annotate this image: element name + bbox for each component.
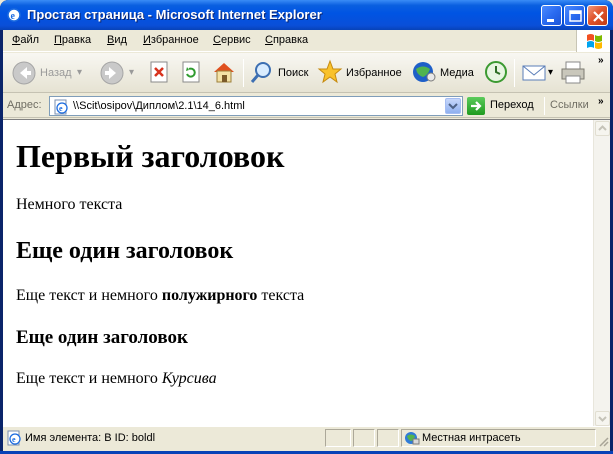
menu-help[interactable]: Справка bbox=[265, 34, 308, 46]
status-pane bbox=[353, 429, 375, 447]
toolbar-separator bbox=[243, 59, 244, 87]
close-icon bbox=[593, 11, 604, 22]
page-heading-3: Еще один заголовок bbox=[16, 327, 188, 348]
intranet-zone-icon bbox=[405, 432, 420, 445]
menu-tools[interactable]: Сервис bbox=[213, 34, 251, 46]
back-button[interactable]: Назад ▾ bbox=[11, 59, 83, 87]
chevron-down-icon bbox=[448, 103, 458, 110]
home-icon bbox=[214, 63, 234, 83]
window-title: Простая страница - Microsoft Internet Ex… bbox=[27, 7, 322, 22]
menu-favorites[interactable]: Избранное bbox=[143, 34, 199, 46]
chevron-up-icon bbox=[598, 125, 607, 131]
status-bar: e Имя элемента: B ID: boldl Местная интр… bbox=[3, 426, 610, 448]
page-viewport[interactable]: Первый заголовок Немного текста Еще один… bbox=[3, 119, 610, 426]
stop-button[interactable] bbox=[148, 59, 172, 87]
status-pane bbox=[325, 429, 351, 447]
menu-bar: Файл Правка Вид Избранное Сервис Справка bbox=[3, 30, 610, 52]
links-button[interactable]: Ссылки bbox=[550, 99, 589, 111]
menu-edit[interactable]: Правка bbox=[54, 34, 91, 46]
favorites-button[interactable]: Избранное bbox=[317, 59, 403, 87]
paragraph-3: Еще текст и немного Курсива bbox=[16, 370, 217, 387]
media-button[interactable]: Медиа bbox=[411, 59, 475, 87]
history-icon bbox=[485, 61, 507, 83]
zone-text: Местная интрасеть bbox=[422, 432, 521, 444]
windows-logo bbox=[576, 30, 610, 52]
svg-text:e: e bbox=[11, 11, 16, 22]
bold-text: полужирного bbox=[161, 287, 258, 304]
home-button[interactable] bbox=[211, 59, 237, 87]
favorites-label: Избранное bbox=[346, 67, 402, 79]
printer-icon bbox=[561, 61, 585, 84]
address-label: Адрес: bbox=[7, 99, 42, 111]
go-label: Переход bbox=[490, 99, 534, 111]
paragraph-1: Немного текста bbox=[16, 196, 123, 213]
scroll-up-button[interactable] bbox=[595, 121, 610, 136]
ie-window: e Простая страница - Microsoft Internet … bbox=[0, 0, 613, 454]
scroll-down-button[interactable] bbox=[595, 411, 610, 426]
svg-text:e: e bbox=[59, 104, 63, 113]
back-arrow-icon bbox=[12, 61, 36, 85]
go-arrow-icon bbox=[467, 97, 485, 115]
vertical-scrollbar[interactable] bbox=[593, 120, 610, 426]
media-icon bbox=[413, 62, 436, 82]
status-pane bbox=[377, 429, 399, 447]
menu-view[interactable]: Вид bbox=[107, 34, 127, 46]
resize-grip-icon[interactable] bbox=[597, 435, 609, 447]
search-icon bbox=[250, 62, 271, 83]
links-overflow-icon[interactable]: » bbox=[598, 96, 604, 107]
mail-dropdown-icon[interactable]: ▾ bbox=[548, 67, 553, 78]
toolbar-overflow-icon[interactable]: » bbox=[598, 55, 604, 66]
links-separator bbox=[544, 97, 545, 115]
status-text: Имя элемента: B ID: boldl bbox=[25, 432, 156, 444]
windows-flag-icon bbox=[587, 34, 602, 49]
page-status-icon: e bbox=[7, 430, 21, 446]
ie-logo-icon: e bbox=[7, 8, 21, 22]
forward-button[interactable]: ▾ bbox=[99, 59, 139, 87]
address-value: \\Scit\osipov\Диплом\2.1\14_6.html bbox=[73, 100, 245, 112]
forward-dropdown-icon[interactable]: ▾ bbox=[129, 67, 134, 78]
maximize-icon bbox=[569, 10, 582, 22]
title-bar[interactable]: e Простая страница - Microsoft Internet … bbox=[0, 0, 613, 30]
security-zone-pane: Местная интрасеть bbox=[401, 429, 596, 447]
maximize-button[interactable] bbox=[564, 5, 585, 26]
paragraph-2: Еще текст и немного полужирного текста bbox=[16, 287, 305, 304]
refresh-icon bbox=[182, 61, 200, 83]
mail-icon bbox=[522, 65, 546, 81]
svg-text:e: e bbox=[12, 435, 16, 444]
address-input[interactable]: e \\Scit\osipov\Диплом\2.1\14_6.html bbox=[49, 96, 463, 116]
menu-file[interactable]: Файл bbox=[12, 34, 39, 46]
minimize-icon bbox=[547, 19, 554, 22]
search-label: Поиск bbox=[278, 67, 309, 79]
star-icon bbox=[317, 59, 343, 84]
refresh-button[interactable] bbox=[180, 59, 204, 87]
toolbar-separator bbox=[514, 59, 515, 87]
forward-arrow-icon bbox=[100, 61, 124, 85]
back-label: Назад bbox=[40, 67, 72, 79]
mail-button[interactable]: ▾ bbox=[521, 59, 555, 87]
history-button[interactable] bbox=[483, 59, 509, 87]
chevron-down-icon bbox=[598, 416, 607, 422]
page-icon: e bbox=[54, 99, 68, 115]
print-button[interactable] bbox=[559, 59, 587, 87]
standard-toolbar: Назад ▾ ▾ Поиск Избранное Медиа ▾ » bbox=[3, 53, 610, 93]
page-heading-2: Еще один заголовок bbox=[16, 238, 234, 264]
address-bar: Адрес: e \\Scit\osipov\Диплом\2.1\14_6.h… bbox=[3, 94, 610, 118]
italic-text: Курсива bbox=[161, 370, 217, 387]
window-frame: Файл Правка Вид Избранное Сервис Справка bbox=[3, 30, 610, 451]
minimize-button[interactable] bbox=[541, 5, 562, 26]
close-button[interactable] bbox=[587, 5, 608, 26]
media-label: Медиа bbox=[440, 67, 474, 79]
stop-icon bbox=[150, 61, 168, 83]
status-pane-main: e Имя элемента: B ID: boldl bbox=[3, 429, 323, 447]
search-button[interactable]: Поиск bbox=[249, 59, 309, 87]
address-dropdown-button[interactable] bbox=[445, 98, 461, 114]
back-dropdown-icon[interactable]: ▾ bbox=[77, 67, 82, 78]
page-heading-1: Первый заголовок bbox=[16, 138, 285, 174]
